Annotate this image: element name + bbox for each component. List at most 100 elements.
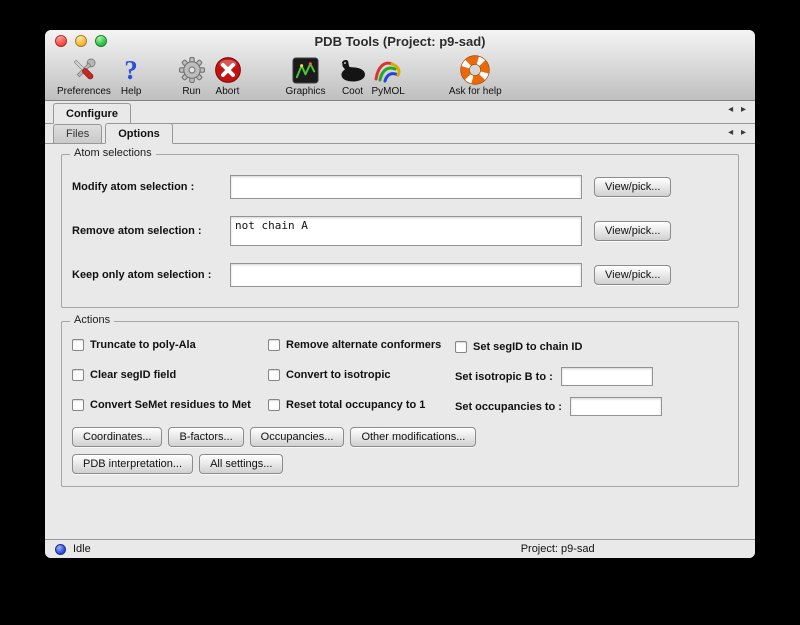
pymol-ribbon-icon [372,56,404,84]
actions-button-row-2: PDB interpretation... All settings... [72,454,728,474]
checkbox-box[interactable] [268,369,280,381]
modify-atom-selection-label: Modify atom selection : [72,181,230,193]
status-text: Idle [73,543,91,555]
toolbar-button-graphics[interactable]: Graphics [286,55,326,97]
abort-cross-icon [214,56,242,84]
tab-options[interactable]: Options [105,123,173,144]
checkbox-label: Truncate to poly-Ala [90,339,196,351]
remove-atom-selection-row: Remove atom selection : not chain A View… [72,216,728,246]
checkbox-truncate-poly-ala[interactable]: Truncate to poly-Ala [72,339,196,351]
gear-icon [178,56,206,84]
minimize-button[interactable] [75,35,87,47]
checkbox-label: Set segID to chain ID [473,341,582,353]
coot-bird-icon [338,57,368,83]
question-icon: ? [121,55,141,85]
toolbar-button-pymol[interactable]: PyMOL [372,55,405,97]
checkbox-box[interactable] [268,399,280,411]
toolbar: Preferences ? Help [45,52,755,100]
set-occupancies-label: Set occupancies to : [455,401,562,413]
coordinates-button[interactable]: Coordinates... [72,427,162,447]
actions-button-row-1: Coordinates... B-factors... Occupancies.… [72,427,728,447]
modify-view-pick-button[interactable]: View/pick... [594,177,671,197]
actions-row-2: Clear segID field Convert to isotropic S… [72,367,728,386]
toolbar-button-preferences[interactable]: Preferences [57,55,111,97]
outer-tab-bar: Configure ◂ ▸ [45,101,755,124]
checkbox-convert-to-isotropic[interactable]: Convert to isotropic [268,369,391,381]
toolbar-label-help: Help [121,86,142,97]
window-title: PDB Tools (Project: p9-sad) [45,34,755,49]
checkbox-box[interactable] [72,399,84,411]
toolbar-label-coot: Coot [342,86,363,97]
set-isotropic-b-label: Set isotropic B to : [455,371,553,383]
checkbox-remove-alternate-conformers[interactable]: Remove alternate conformers [268,339,441,351]
zoom-button[interactable] [95,35,107,47]
tab-scroll-left-icon[interactable]: ◂ [728,104,733,115]
modify-atom-selection-input[interactable] [230,175,582,199]
traffic-lights [55,35,107,47]
status-indicator-icon [55,544,66,555]
tab-scroll-left-icon[interactable]: ◂ [728,127,733,138]
toolbar-label-preferences: Preferences [57,86,111,97]
keep-atom-selection-input[interactable] [230,263,582,287]
project-label: Project: p9-sad [521,543,595,555]
checkbox-convert-semet-to-met[interactable]: Convert SeMet residues to Met [72,399,251,411]
keep-atom-selection-row: Keep only atom selection : View/pick... [72,263,728,287]
toolbar-button-help[interactable]: ? Help [121,55,142,97]
checkbox-label: Reset total occupancy to 1 [286,399,425,411]
checkbox-label: Clear segID field [90,369,176,381]
remove-atom-selection-input[interactable]: not chain A [230,216,582,246]
atom-selections-legend: Atom selections [70,147,156,159]
tools-icon [69,55,99,85]
pdb-tools-window: PDB Tools (Project: p9-sad) [45,30,755,558]
remove-view-pick-button[interactable]: View/pick... [594,221,671,241]
checkbox-box[interactable] [268,339,280,351]
keep-view-pick-button[interactable]: View/pick... [594,265,671,285]
checkbox-label: Remove alternate conformers [286,339,441,351]
close-button[interactable] [55,35,67,47]
atom-selections-group: Atom selections Modify atom selection : … [61,154,739,308]
remove-atom-selection-label: Remove atom selection : [72,225,230,237]
inner-tab-bar: Files Options ◂ ▸ [45,124,755,144]
toolbar-label-pymol: PyMOL [372,86,405,97]
lifebuoy-icon [460,55,490,85]
toolbar-label-ask-for-help: Ask for help [449,86,502,97]
actions-row-1: Truncate to poly-Ala Remove alternate co… [72,338,728,356]
occupancies-button[interactable]: Occupancies... [250,427,345,447]
toolbar-button-run[interactable]: Run [178,55,206,97]
tab-files[interactable]: Files [53,124,102,143]
toolbar-label-run: Run [182,86,200,97]
checkbox-reset-total-occupancy[interactable]: Reset total occupancy to 1 [268,399,425,411]
window-header: PDB Tools (Project: p9-sad) [45,30,755,101]
toolbar-button-ask-for-help[interactable]: Ask for help [449,55,502,97]
toolbar-label-abort: Abort [216,86,240,97]
checkbox-box[interactable] [455,341,467,353]
checkbox-box[interactable] [72,369,84,381]
keep-atom-selection-label: Keep only atom selection : [72,269,230,281]
graphics-screen-icon [292,57,319,84]
tab-configure[interactable]: Configure [53,103,131,124]
actions-row-3: Convert SeMet residues to Met Reset tota… [72,397,728,416]
other-modifications-button[interactable]: Other modifications... [350,427,476,447]
modify-atom-selection-row: Modify atom selection : View/pick... [72,175,728,199]
actions-group: Actions Truncate to poly-Ala Remove alte… [61,321,739,487]
desktop: { "window": { "title": "PDB Tools (Proje… [0,0,800,625]
actions-legend: Actions [70,314,114,326]
checkbox-label: Convert to isotropic [286,369,391,381]
checkbox-clear-segid-field[interactable]: Clear segID field [72,369,176,381]
tab-scroll-right-icon[interactable]: ▸ [741,104,746,115]
tab-scroll-right-icon[interactable]: ▸ [741,127,746,138]
titlebar[interactable]: PDB Tools (Project: p9-sad) [45,30,755,52]
checkbox-box[interactable] [72,339,84,351]
checkbox-set-segid-to-chain-id[interactable]: Set segID to chain ID [455,341,582,353]
pdb-interpretation-button[interactable]: PDB interpretation... [72,454,193,474]
b-factors-button[interactable]: B-factors... [168,427,243,447]
toolbar-button-abort[interactable]: Abort [214,55,242,97]
set-isotropic-b-input[interactable] [561,367,653,386]
all-settings-button[interactable]: All settings... [199,454,283,474]
set-occupancies-input[interactable] [570,397,662,416]
status-bar: Idle Project: p9-sad [45,539,755,558]
toolbar-button-coot[interactable]: Coot [338,55,368,97]
toolbar-label-graphics: Graphics [286,86,326,97]
outer-tab-scroll-arrows: ◂ ▸ [723,104,746,115]
checkbox-label: Convert SeMet residues to Met [90,399,251,411]
